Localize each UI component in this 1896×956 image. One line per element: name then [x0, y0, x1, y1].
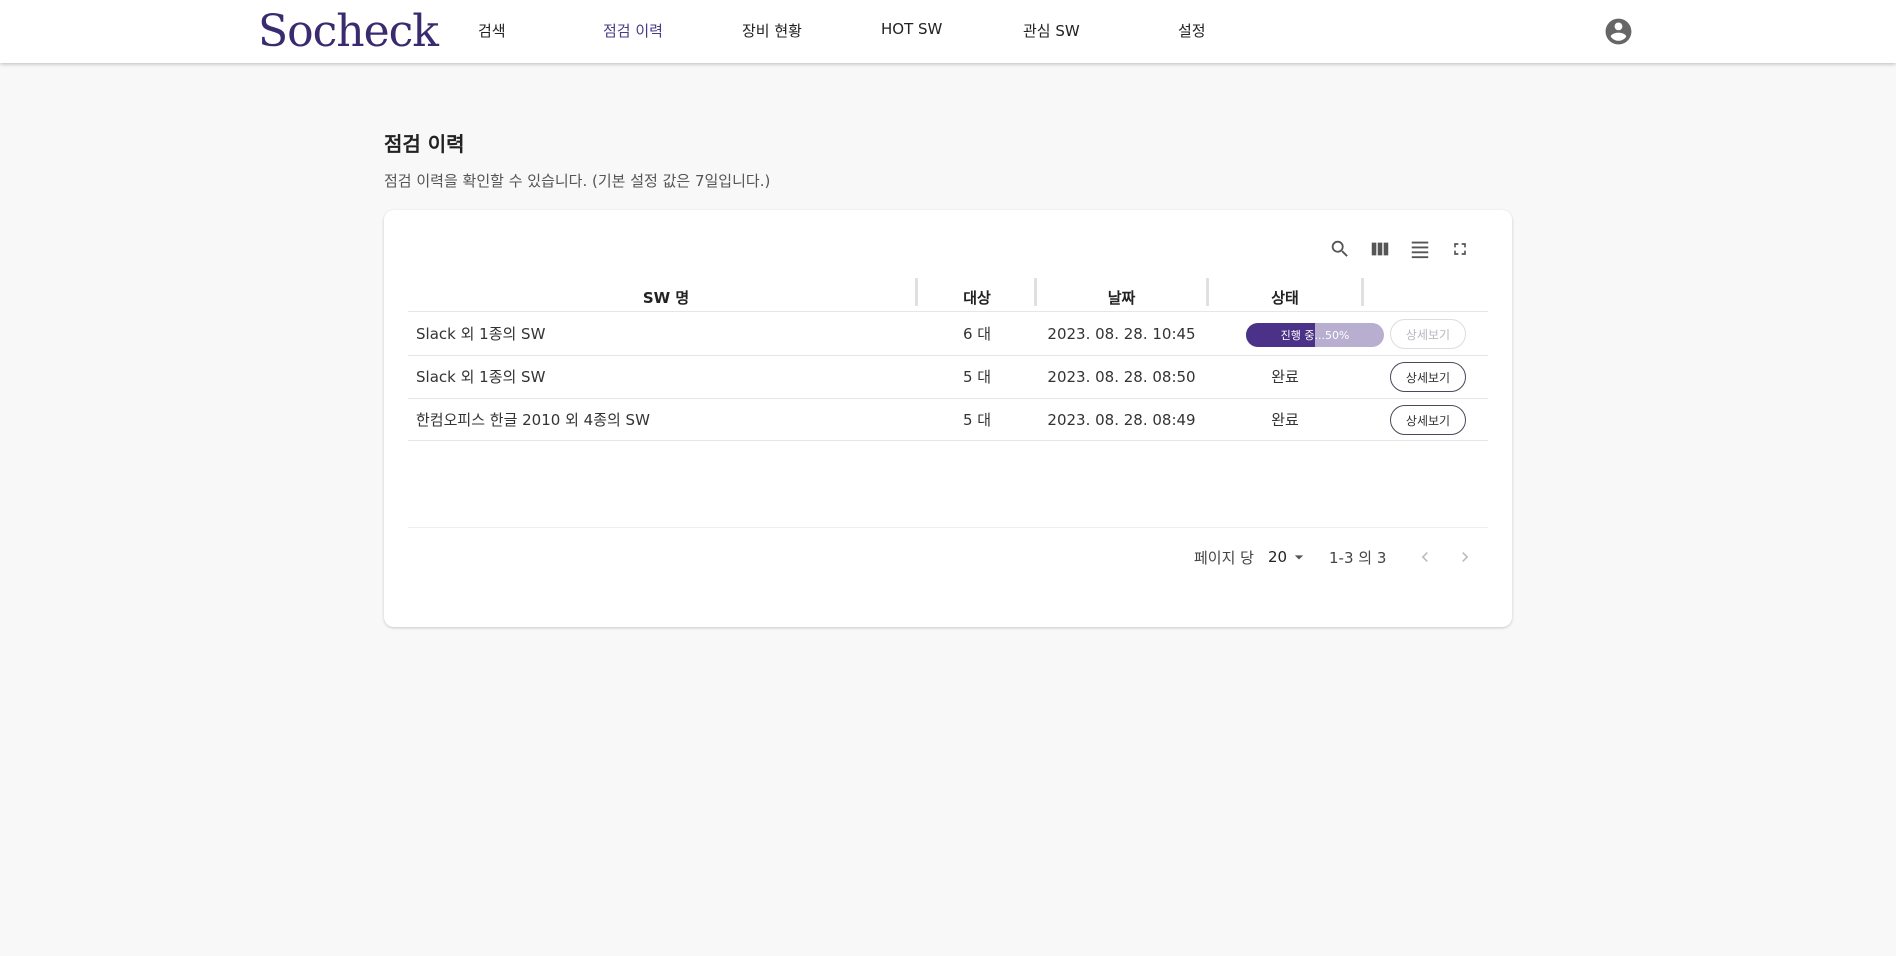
logo[interactable]: Socheck: [258, 4, 439, 56]
density-icon[interactable]: [1405, 234, 1435, 264]
status-cell: 완료: [1271, 368, 1299, 386]
date-cell: 2023. 08. 28. 08:49: [1047, 410, 1196, 429]
page-description: 점검 이력을 확인할 수 있습니다. (기본 설정 값은 7일입니다.): [384, 172, 771, 190]
status-progress-bar: 진행 중...50%: [1246, 323, 1384, 347]
chevron-left-icon: [1421, 552, 1428, 562]
page-title: 점검 이력: [384, 132, 465, 156]
sw-name-cell: Slack 외 1종의 SW: [416, 368, 546, 386]
search-icon[interactable]: [1325, 234, 1355, 264]
target-cell: 6 대: [962, 325, 992, 343]
nav-device-status[interactable]: 장비 현황: [742, 20, 802, 41]
nav-settings[interactable]: 설정: [1178, 20, 1206, 41]
nav-search[interactable]: 검색: [478, 20, 506, 41]
nav-hot-sw[interactable]: HOT SW: [881, 20, 942, 38]
target-cell: 5 대: [962, 368, 992, 386]
rows-per-page-value: 20: [1268, 548, 1288, 566]
status-cell: 완료: [1271, 411, 1299, 429]
column-header-date[interactable]: 날짜: [1037, 282, 1206, 312]
account-circle-icon[interactable]: [1603, 16, 1634, 47]
detail-button[interactable]: 상세보기: [1390, 405, 1466, 435]
detail-button[interactable]: 상세보기: [1390, 319, 1466, 349]
top-app-bar: Socheck 검색 점검 이력 장비 현황 HOT SW 관심 SW 설정: [0, 0, 1896, 63]
table-row: Slack 외 1종의 SW 6 대 2023. 08. 28. 10:45 진…: [408, 312, 1488, 355]
row-divider: [408, 440, 1488, 441]
column-header-sw-name[interactable]: SW 명: [408, 282, 924, 312]
fullscreen-icon[interactable]: [1445, 234, 1475, 264]
inspection-history-table-card: SW 명 대상 날짜 상태 Slack 외 1종의 SW 6 대 2023. 0…: [384, 210, 1512, 627]
detail-button[interactable]: 상세보기: [1390, 362, 1466, 392]
nav-favorite-sw[interactable]: 관심 SW: [1023, 20, 1080, 41]
table-row: 한컴오피스 한글 2010 외 4종의 SW 5 대 2023. 08. 28.…: [408, 398, 1488, 441]
arrow-drop-down-icon: [1294, 555, 1304, 560]
pagination-range: 1-3 의 3: [1329, 548, 1387, 567]
nav-inspection-history[interactable]: 점검 이력: [603, 20, 663, 41]
next-page-button[interactable]: [1451, 542, 1479, 572]
chevron-right-icon: [1462, 552, 1469, 562]
date-cell: 2023. 08. 28. 10:45: [1047, 324, 1196, 343]
columns-icon[interactable]: [1365, 234, 1395, 264]
column-header-target[interactable]: 대상: [918, 282, 1036, 312]
rows-per-page-label: 페이지 당: [1194, 548, 1254, 567]
column-header-status[interactable]: 상태: [1209, 282, 1361, 312]
footer-divider: [408, 527, 1488, 528]
sw-name-cell: 한컴오피스 한글 2010 외 4종의 SW: [416, 411, 650, 429]
date-cell: 2023. 08. 28. 08:50: [1047, 367, 1196, 386]
column-header-action: [1364, 282, 1488, 312]
rows-per-page-select[interactable]: 20: [1268, 542, 1309, 572]
logo-text: Socheck: [258, 6, 439, 57]
prev-page-button[interactable]: [1411, 542, 1439, 572]
target-cell: 5 대: [962, 411, 992, 429]
table-row: Slack 외 1종의 SW 5 대 2023. 08. 28. 08:50 완…: [408, 355, 1488, 398]
sw-name-cell: Slack 외 1종의 SW: [416, 325, 546, 343]
status-progress-label: 진행 중...50%: [1280, 329, 1350, 342]
